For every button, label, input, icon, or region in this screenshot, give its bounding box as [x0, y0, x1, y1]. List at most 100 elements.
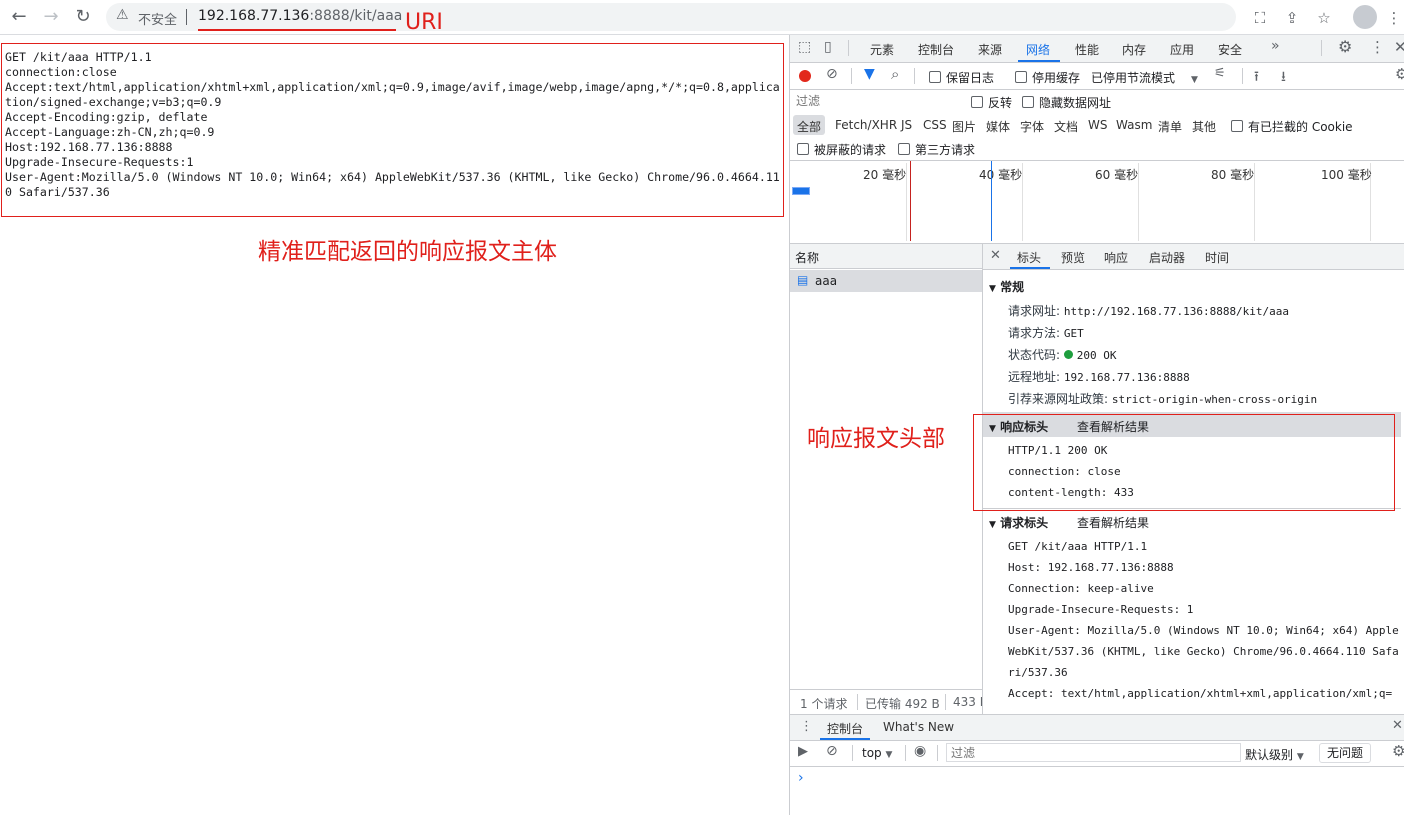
request-list: 名称 ▤ aaa: [790, 244, 983, 690]
filter-type-other[interactable]: 其他: [1192, 118, 1216, 135]
timeline-tick: 80 毫秒: [1211, 168, 1255, 182]
blocked-cookies-checkbox[interactable]: 有已拦截的 Cookie: [1231, 118, 1353, 135]
menu-kebab-icon[interactable]: ⋮: [1384, 8, 1404, 28]
filter-funnel-icon[interactable]: ▼: [864, 66, 875, 82]
warning-icon: ⚠: [116, 7, 129, 23]
filter-input[interactable]: [793, 93, 959, 109]
issues-button[interactable]: 无问题: [1319, 743, 1371, 763]
filter-type-css[interactable]: CSS: [923, 118, 947, 132]
url-host: 192.168.77.136: [198, 8, 310, 24]
log-levels-select[interactable]: 默认级别 ▼: [1245, 746, 1304, 763]
third-party-label: 第三方请求: [915, 143, 976, 157]
settings-gear-icon[interactable]: ⚙: [1338, 37, 1352, 56]
console-sidebar-icon[interactable]: ▶: [798, 744, 808, 759]
inspect-icon[interactable]: ⬚: [798, 39, 811, 55]
drawer-tab-whats-new[interactable]: What's New: [883, 720, 954, 734]
url-text[interactable]: 192.168.77.136:8888/kit/aaa: [198, 8, 402, 24]
timeline-tick: 60 毫秒: [1095, 168, 1139, 182]
tab-headers[interactable]: 标头: [1017, 249, 1041, 266]
search-icon[interactable]: ⌕: [891, 65, 899, 83]
body-line: Accept-Encoding:gzip, deflate: [5, 110, 208, 124]
device-toolbar-icon[interactable]: ▯: [824, 39, 832, 55]
clear-icon[interactable]: ⊘: [826, 66, 838, 82]
filter-type-js[interactable]: JS: [901, 118, 912, 132]
tab-elements[interactable]: 元素: [870, 41, 894, 58]
filter-type-font[interactable]: 字体: [1020, 118, 1044, 135]
network-conditions-icon[interactable]: ⚟: [1214, 66, 1226, 81]
timeline-tick: 20 毫秒: [863, 168, 907, 182]
tab-application[interactable]: 应用: [1170, 41, 1194, 58]
context-select[interactable]: top ▼: [862, 746, 892, 760]
tab-preview[interactable]: 预览: [1061, 249, 1085, 266]
divider: [945, 694, 946, 710]
request-row[interactable]: ▤ aaa: [790, 270, 982, 292]
filter-type-manifest[interactable]: 清单: [1158, 118, 1182, 135]
devtools-menu-icon[interactable]: ⋮: [1370, 38, 1385, 56]
hide-data-urls-checkbox[interactable]: 隐藏数据网址: [1022, 94, 1111, 111]
filter-type-all[interactable]: 全部: [797, 118, 821, 135]
timeline-tick: 100 毫秒: [1321, 168, 1372, 182]
close-devtools-icon[interactable]: ✕: [1394, 38, 1404, 56]
request-headers-title: 请求标头: [1000, 516, 1049, 530]
clear-console-icon[interactable]: ⊘: [826, 743, 838, 759]
profile-avatar[interactable]: [1353, 5, 1377, 29]
transferred-size: 已传输 492 B: [865, 697, 940, 711]
more-tabs-icon[interactable]: »: [1271, 38, 1280, 54]
document-icon: ▤: [797, 273, 809, 287]
drawer-tab-console[interactable]: 控制台: [827, 720, 863, 737]
reload-icon[interactable]: ↻: [72, 6, 94, 28]
console-filter-input[interactable]: [946, 743, 1241, 762]
invert-checkbox[interactable]: 反转: [971, 94, 1012, 111]
drawer-menu-icon[interactable]: ⋮: [800, 719, 813, 734]
blocked-requests-checkbox[interactable]: 被屏蔽的请求: [797, 141, 886, 158]
close-drawer-icon[interactable]: ✕: [1392, 718, 1403, 733]
disable-cache-checkbox[interactable]: 停用缓存: [1015, 69, 1080, 86]
third-party-checkbox[interactable]: 第三方请求: [898, 141, 975, 158]
name-column-header[interactable]: 名称: [795, 249, 819, 266]
filter-type-fetch-xhr[interactable]: Fetch/XHR: [835, 118, 897, 132]
address-bar[interactable]: ⚠ 不安全 192.168.77.136:8888/kit/aaa: [106, 3, 1236, 31]
back-icon[interactable]: ←: [8, 6, 30, 28]
export-har-icon[interactable]: ⭳: [1281, 66, 1286, 90]
tab-security[interactable]: 安全: [1218, 41, 1242, 58]
tab-performance[interactable]: 性能: [1075, 41, 1099, 58]
tab-network[interactable]: 网络: [1026, 41, 1050, 58]
filter-type-ws[interactable]: WS: [1088, 118, 1107, 132]
chevron-down-icon: ▼: [885, 750, 893, 760]
tab-initiator[interactable]: 启动器: [1149, 249, 1185, 266]
request-list-header: 名称: [790, 244, 982, 269]
share-icon[interactable]: ⇪: [1282, 8, 1302, 28]
filter-type-wasm[interactable]: Wasm: [1116, 118, 1152, 132]
tab-sources[interactable]: 来源: [978, 41, 1002, 58]
filter-type-img[interactable]: 图片: [952, 118, 976, 135]
timeline-gridline: [906, 163, 907, 241]
tab-memory[interactable]: 内存: [1122, 41, 1146, 58]
divider: [1321, 40, 1322, 56]
preserve-log-checkbox[interactable]: 保留日志: [929, 69, 994, 86]
import-har-icon[interactable]: ⭱: [1254, 66, 1259, 90]
status-ok-dot-icon: [1063, 350, 1073, 359]
bookmark-star-icon[interactable]: ☆: [1314, 8, 1334, 28]
console-settings-icon[interactable]: ⚙: [1392, 742, 1404, 760]
filter-type-media[interactable]: 媒体: [986, 118, 1010, 135]
request-headers-header[interactable]: ▼ 请求标头: [989, 514, 1048, 531]
translate-icon[interactable]: ⛶: [1250, 8, 1270, 28]
tab-timing[interactable]: 时间: [1205, 249, 1229, 266]
tab-response[interactable]: 响应: [1104, 249, 1128, 266]
disable-cache-label: 停用缓存: [1032, 71, 1081, 85]
tab-console[interactable]: 控制台: [918, 41, 954, 58]
preserve-log-label: 保留日志: [946, 71, 995, 85]
view-parsed-request-link[interactable]: 查看解析结果: [1077, 514, 1149, 531]
throttling-select[interactable]: 已停用节流模式 ▼: [1091, 69, 1198, 86]
general-section-header[interactable]: ▼ 常规: [989, 278, 1024, 295]
filter-type-doc[interactable]: 文档: [1054, 118, 1078, 135]
live-expression-eye-icon[interactable]: ◉: [914, 743, 926, 759]
devtools-tabbar: ⬚ ▯ 元素 控制台 来源 网络 性能 内存 应用 安全 » ⚙ ⋮ ✕: [790, 35, 1404, 63]
filter-bar: 反转 隐藏数据网址 全部 Fetch/XHR JS CSS 图片 媒体 字体 文…: [790, 90, 1404, 161]
record-icon[interactable]: [799, 70, 811, 82]
network-settings-icon[interactable]: ⚙: [1395, 65, 1404, 83]
blocked-cookies-label: 有已拦截的 Cookie: [1248, 120, 1353, 134]
forward-icon[interactable]: →: [40, 6, 62, 28]
console-prompt[interactable]: ›: [798, 770, 804, 786]
close-details-icon[interactable]: ✕: [990, 248, 1001, 263]
